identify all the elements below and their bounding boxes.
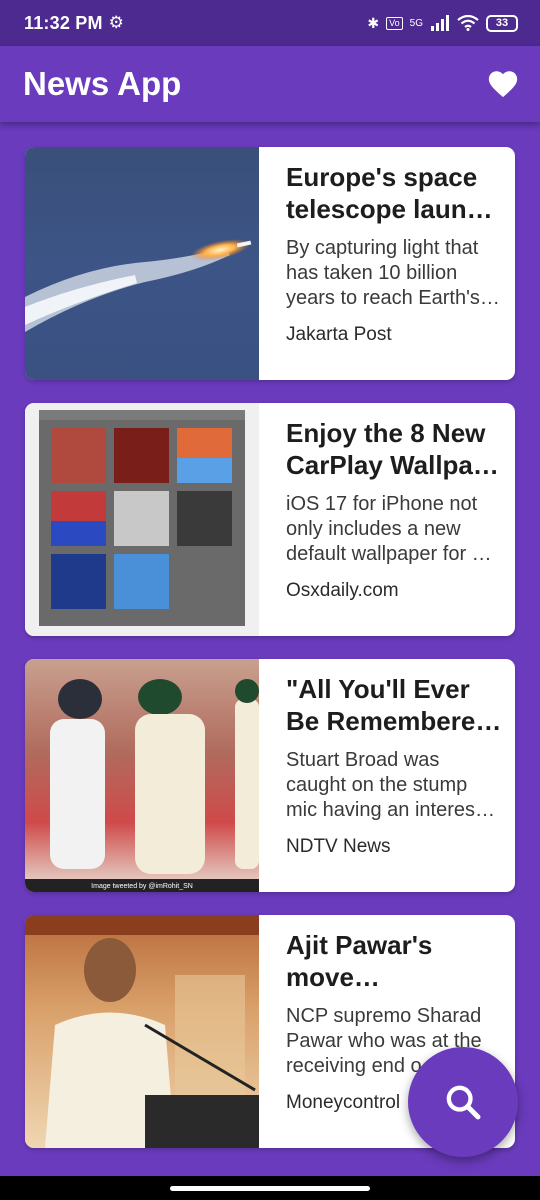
article-image-rocket [25,147,259,380]
status-icons: ✱ Vo 5G 33 [367,14,518,32]
news-list: Europe's space telescope laun… By captur… [25,147,515,1171]
search-fab-button[interactable] [408,1047,518,1157]
article-source: Jakarta Post [286,324,392,345]
battery-level: 33 [495,17,509,29]
status-bar: 11:32 PM ⚙ ✱ Vo 5G 33 [0,0,540,46]
card-body: Europe's space telescope laun… By captur… [259,147,515,380]
news-card[interactable]: Europe's space telescope laun… By captur… [25,147,515,380]
article-title: Ajit Pawar's move continuat… [286,930,433,992]
article-description: iOS 17 for iPhone not only includes a ne… [286,493,492,565]
card-body: Enjoy the 8 New CarPlay Wallpa… iOS 17 f… [259,403,515,636]
article-source: Osxdaily.com [286,580,399,601]
app-title: News App [23,65,182,102]
home-gesture-handle[interactable] [170,1186,370,1191]
cricket-illustration [25,679,259,892]
article-description: By capturing light that has taken 10 bil… [286,237,480,309]
article-title: "All You'll Ever Be Remembered F… [286,674,492,736]
search-icon [446,1085,481,1120]
wifi-icon [457,15,479,31]
article-image-wallpapers [25,403,259,636]
article-image-cricket: Image tweeted by @imRohit_SN [25,659,259,892]
article-title: Europe's space telescope laun… [286,162,493,224]
status-time: 11:32 PM [24,12,103,33]
article-description: Stuart Broad was caught on the stump mic… [286,749,495,821]
battery-icon: 33 [486,14,518,32]
settings-gear-icon: ⚙ [108,13,124,32]
bluetooth-icon: ✱ [367,14,380,31]
news-card[interactable]: Image tweeted by @imRohit_SN "All You'll… [25,659,515,892]
article-title: Enjoy the 8 New CarPlay Wallpa… [286,418,499,480]
favorites-heart-icon[interactable] [486,67,520,101]
card-body: "All You'll Ever Be Remembered F… Stuart… [259,659,515,892]
article-source: NDTV News [286,836,391,857]
volte-icon: Vo [386,16,403,30]
network-label: 5G [409,17,423,29]
signal-icon [431,15,449,31]
news-card[interactable]: Enjoy the 8 New CarPlay Wallpa… iOS 17 f… [25,403,515,636]
image-caption: Image tweeted by @imRohit_SN [91,883,193,890]
speaker-illustration [25,915,259,1148]
article-image-speaker [25,915,259,1148]
wallpaper-grid-illustration [39,410,245,626]
rocket-illustration [25,239,252,332]
app-bar: News App [0,46,540,122]
